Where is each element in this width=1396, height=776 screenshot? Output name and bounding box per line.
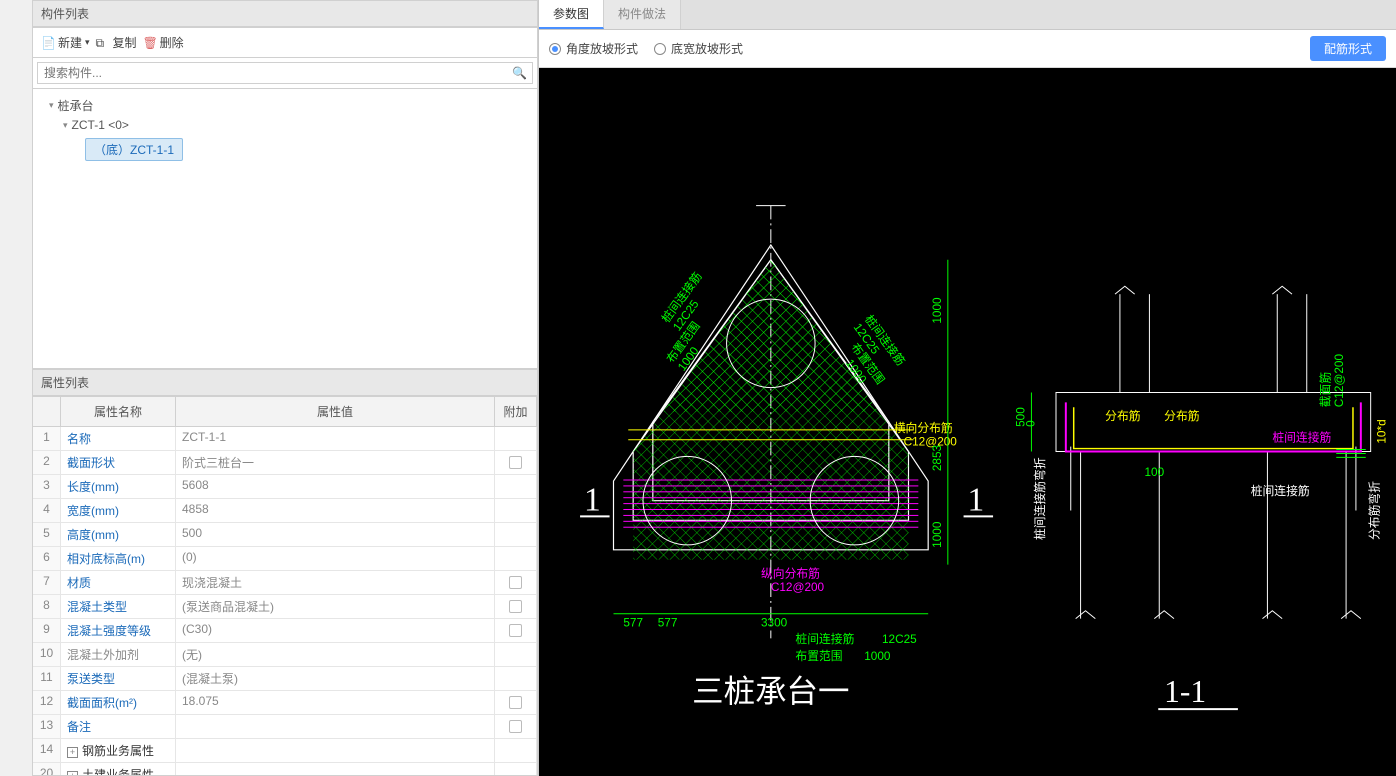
property-row[interactable]: 9混凝土强度等级(C30): [33, 619, 537, 643]
radio-width-slope[interactable]: 底宽放坡形式: [654, 40, 743, 57]
rebar-form-button[interactable]: 配筋形式: [1310, 36, 1386, 61]
property-row[interactable]: 14+钢筋业务属性: [33, 739, 537, 763]
property-row[interactable]: 2截面形状阶式三桩台一: [33, 451, 537, 475]
property-list-header: 属性列表: [32, 369, 538, 396]
header-name: 属性名称: [61, 397, 176, 426]
property-row[interactable]: 6相对底标高(m)(0): [33, 547, 537, 571]
radio-angle-slope[interactable]: 角度放坡形式: [549, 40, 638, 57]
property-row[interactable]: 7材质现浇混凝土: [33, 571, 537, 595]
label-vdist: 纵向分布筋: [761, 566, 820, 580]
label-conn-bend: 桩间连接筋弯折: [1033, 457, 1047, 540]
tab-component-method[interactable]: 构件做法: [604, 0, 681, 29]
property-row[interactable]: 3长度(mm)5608: [33, 475, 537, 499]
dim-577b: 577: [658, 616, 678, 630]
property-row[interactable]: 12截面面积(m²)18.075: [33, 691, 537, 715]
cad-canvas[interactable]: 1 1 桩间连接筋 12C25 布置范围 1000 桩间连接筋 12C25 布置…: [539, 68, 1396, 776]
header-extra: 附加: [495, 397, 537, 426]
tree-collapse-icon[interactable]: ▾: [49, 100, 54, 111]
copy-icon: ⧉: [96, 36, 110, 50]
property-row[interactable]: 5高度(mm)500: [33, 523, 537, 547]
property-row[interactable]: 8混凝土类型(泵送商品混凝土): [33, 595, 537, 619]
label-conn-bottom: 桩间连接筋: [795, 632, 854, 646]
header-value: 属性值: [176, 397, 495, 426]
label-vdist-v: C12@200: [771, 580, 825, 594]
trash-icon: 🗑: [143, 36, 157, 50]
label-dist-bend: 分布筋弯折: [1368, 481, 1382, 540]
tree-leaf-selected[interactable]: （底）ZCT-1-1: [85, 138, 183, 161]
dim-1000b: 1000: [930, 521, 944, 548]
section-mark-right: 1: [968, 482, 985, 519]
label-10d: 10*d: [1374, 419, 1388, 443]
label-rebar-bottom: 12C25: [882, 632, 917, 646]
section-title: 1-1: [1164, 674, 1206, 709]
label-dist-2: 分布筋: [1164, 409, 1200, 423]
label-face: 截面筋: [1318, 372, 1332, 408]
view-tabs: 参数图 构件做法: [539, 0, 1396, 30]
dim-100: 100: [1145, 465, 1165, 479]
tree-collapse-icon[interactable]: ▾: [63, 120, 68, 131]
property-row[interactable]: 10混凝土外加剂(无): [33, 643, 537, 667]
property-row[interactable]: 13备注: [33, 715, 537, 739]
property-row[interactable]: 4宽度(mm)4858: [33, 499, 537, 523]
new-icon: 📄: [41, 36, 55, 50]
component-toolbar: 📄 新建 ▾ ⧉ 复制 🗑 删除: [32, 27, 538, 58]
copy-button[interactable]: ⧉ 复制: [96, 34, 137, 51]
label-hdist: 横向分布筋: [894, 421, 953, 435]
label-range-bottom: 布置范围: [795, 649, 842, 663]
component-list-header: 构件列表: [32, 0, 538, 27]
label-dist-1: 分布筋: [1105, 409, 1141, 423]
search-icon[interactable]: 🔍: [512, 66, 527, 80]
label-range-val-bottom: 1000: [864, 649, 891, 663]
dim-577a: 577: [623, 616, 643, 630]
delete-button[interactable]: 🗑 删除: [143, 34, 184, 51]
label-conn-below: 桩间连接筋: [1251, 484, 1310, 498]
component-tree: ▾ 桩承台 ▾ ZCT-1 <0> （底）ZCT-1-1: [32, 89, 538, 369]
section-mark-left: 1: [584, 482, 601, 519]
property-row[interactable]: 20+土建业务属性: [33, 763, 537, 776]
plan-title: 三桩承台一: [692, 674, 849, 709]
dim-0: 0: [1023, 420, 1037, 427]
search-input[interactable]: [37, 62, 533, 84]
slope-options: 角度放坡形式 底宽放坡形式 配筋形式: [539, 30, 1396, 68]
property-table: 属性名称 属性值 附加 1名称ZCT-1-12截面形状阶式三桩台一3长度(mm)…: [32, 396, 538, 776]
property-row[interactable]: 11泵送类型(混凝土泵): [33, 667, 537, 691]
radio-icon: [549, 43, 561, 55]
chevron-down-icon: ▾: [85, 37, 90, 48]
property-row[interactable]: 1名称ZCT-1-1: [33, 427, 537, 451]
dim-3300: 3300: [761, 616, 788, 630]
tab-param-diagram[interactable]: 参数图: [539, 0, 604, 29]
dim-1000a: 1000: [930, 297, 944, 324]
tree-child[interactable]: ▾ ZCT-1 <0>: [37, 116, 533, 134]
label-face-v: C12@200: [1332, 354, 1346, 408]
radio-icon: [654, 43, 666, 55]
dim-2853: 2853: [930, 444, 944, 471]
label-conn-section: 桩间连接筋: [1272, 431, 1331, 445]
new-button[interactable]: 📄 新建 ▾: [41, 34, 90, 51]
header-idx: [33, 397, 61, 426]
tree-root[interactable]: ▾ 桩承台: [37, 95, 533, 116]
